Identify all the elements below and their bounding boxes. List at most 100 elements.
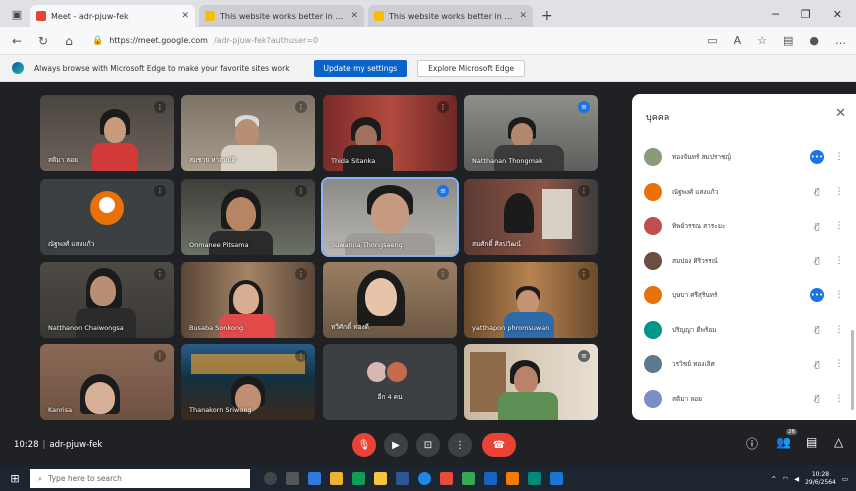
- info-icon[interactable]: ⓘ: [746, 435, 758, 452]
- list-item[interactable]: ทองจันทร์ สมปราชญ์ ••• ⋮: [632, 140, 856, 175]
- more-options-icon[interactable]: ⋮: [834, 290, 844, 300]
- panel-scrollbar[interactable]: [851, 330, 854, 410]
- mic-muted-icon: ⋮: [154, 101, 166, 113]
- list-item[interactable]: ณัฐพงศ์ แสงแก้ว 🎙̸ ⋮: [632, 175, 856, 210]
- tab-actions-icon[interactable]: ▣: [8, 5, 26, 23]
- read-aloud-icon[interactable]: A: [734, 34, 742, 47]
- participant-tile[interactable]: ⋮ ทวีศักดิ์ ทองดี: [323, 262, 457, 338]
- app-icon[interactable]: [396, 472, 409, 485]
- meet-app-icon[interactable]: [462, 472, 475, 485]
- more-options-icon[interactable]: ⋮: [834, 152, 844, 162]
- windows-start-icon[interactable]: ⊞: [0, 472, 30, 485]
- notifications-icon[interactable]: ▭: [842, 475, 848, 483]
- chat-icon[interactable]: ▤: [806, 435, 817, 449]
- browser-tab-bar: ▣ Meet - adr-pjuw-fek ✕ This website wor…: [0, 0, 856, 27]
- lock-icon: 🔒: [92, 35, 104, 46]
- close-tab-icon[interactable]: ✕: [181, 11, 189, 21]
- participant-tile[interactable]: ⋮ สมศักดิ์ ศิลปวัฒน์: [464, 179, 598, 255]
- participant-name: Suwanna Thongsaeng: [331, 241, 403, 249]
- window-controls: ─ ❐ ✕: [772, 8, 856, 27]
- new-tab-icon[interactable]: +: [541, 8, 553, 24]
- more-options-icon[interactable]: ⋮: [834, 187, 844, 197]
- address-bar: ← ↻ ⌂ 🔒 https://meet.google.com/adr-pjuw…: [0, 27, 856, 55]
- maximize-icon[interactable]: ❐: [801, 8, 811, 21]
- person-name: สมปอง ศิริวรรณ์: [672, 256, 718, 265]
- participant-tile[interactable]: ⋮ ณัฐพงศ์ แสงแก้ว: [40, 179, 174, 255]
- close-tab-icon[interactable]: ✕: [350, 11, 358, 21]
- app-icon[interactable]: [506, 472, 519, 485]
- person-name: ปริญญา ดีพร้อม: [672, 325, 717, 334]
- app-icon[interactable]: [352, 472, 365, 485]
- refresh-icon[interactable]: ↻: [36, 34, 50, 48]
- list-item[interactable]: บุษบา ศรีสุรินทร์ ••• ⋮: [632, 278, 856, 313]
- address-bar-actions: ▭ A ☆ ▤ ● …: [707, 34, 846, 47]
- participant-tile[interactable]: ⋮ Thida Sitanka: [323, 95, 457, 171]
- close-tab-icon[interactable]: ✕: [519, 11, 527, 21]
- app-icon[interactable]: [330, 472, 343, 485]
- clock[interactable]: 10:28 29/6/2564: [805, 471, 836, 487]
- mic-muted-icon: ⋮: [437, 101, 449, 113]
- app-icon[interactable]: [484, 472, 497, 485]
- url-field[interactable]: 🔒 https://meet.google.com/adr-pjuw-fek?a…: [88, 31, 695, 51]
- participant-tile[interactable]: ⋮ สมชาย หาสมบัติ: [181, 95, 315, 171]
- list-item[interactable]: วรวิชย์ ทองเลิศ 🎙̸ ⋮: [632, 347, 856, 382]
- app-icon[interactable]: [308, 472, 321, 485]
- participant-tile[interactable]: ⋮ Natthanon Chaiwongsa: [40, 262, 174, 338]
- person-name: สติมา ลอย: [672, 394, 702, 403]
- camera-permission-icon[interactable]: ▭: [707, 34, 717, 47]
- edge-icon[interactable]: [418, 472, 431, 485]
- more-options-icon[interactable]: ⋮: [834, 325, 844, 335]
- participant-tile[interactable]: ⋮ yatthapon phromsuwan: [464, 262, 598, 338]
- camera-toggle-button[interactable]: ▶: [384, 433, 408, 457]
- minimize-icon[interactable]: ─: [772, 8, 779, 21]
- tray-chevron-icon[interactable]: ^: [771, 475, 776, 483]
- update-settings-button[interactable]: Update my settings: [313, 59, 408, 77]
- favorite-icon[interactable]: ☆: [757, 34, 767, 47]
- profile-icon[interactable]: ●: [809, 34, 819, 47]
- tab-edge-notice-1[interactable]: This website works better in Micr ✕: [199, 5, 364, 27]
- tab-meet[interactable]: Meet - adr-pjuw-fek ✕: [30, 5, 195, 27]
- mic-toggle-button[interactable]: 🎙: [352, 433, 376, 457]
- app-icon[interactable]: [440, 472, 453, 485]
- taskbar-search[interactable]: ⌕ Type here to search: [30, 469, 250, 488]
- participant-tile[interactable]: ≡ Natthanan Thongmak: [464, 95, 598, 171]
- participant-tile[interactable]: ⋮ Onmanee Pitsama: [181, 179, 315, 255]
- tab-edge-notice-2[interactable]: This website works better in Micr ✕: [368, 5, 533, 27]
- participant-tile[interactable]: ⋮ สติมา ลอย: [40, 95, 174, 171]
- more-options-icon[interactable]: ⋮: [834, 394, 844, 404]
- avatar: [90, 190, 124, 225]
- task-view-icon[interactable]: [286, 472, 299, 485]
- volume-icon[interactable]: ◀: [794, 475, 799, 483]
- more-options-icon[interactable]: ⋮: [834, 256, 844, 266]
- list-item[interactable]: ปริญญา ดีพร้อม 🎙̸ ⋮: [632, 313, 856, 348]
- close-icon[interactable]: ✕: [835, 106, 846, 121]
- participant-tile-active[interactable]: ≡ Suwanna Thongsaeng: [321, 177, 459, 257]
- cortana-icon[interactable]: [264, 472, 277, 485]
- people-icon[interactable]: 👥 26: [776, 429, 797, 449]
- participant-tile[interactable]: ⋮ Busaba Sonkong: [181, 262, 315, 338]
- activities-icon[interactable]: △: [834, 435, 843, 449]
- participant-tile[interactable]: ≡: [464, 344, 598, 420]
- more-options-icon[interactable]: ⋮: [834, 221, 844, 231]
- file-explorer-icon[interactable]: [374, 472, 387, 485]
- collections-icon[interactable]: ▤: [783, 34, 793, 47]
- participant-tile[interactable]: ⋮ Thanakorn Sriwong: [181, 344, 315, 420]
- more-icon[interactable]: …: [835, 34, 846, 47]
- app-icon[interactable]: [528, 472, 541, 485]
- more-options-icon[interactable]: ⋮: [834, 359, 844, 369]
- home-icon[interactable]: ⌂: [62, 34, 76, 48]
- list-item[interactable]: ทิพย์วรรณ สาระมะ 🎙̸ ⋮: [632, 209, 856, 244]
- participant-tile[interactable]: ⋮ Kanrisa: [40, 344, 174, 420]
- explore-edge-button[interactable]: Explore Microsoft Edge: [417, 59, 526, 77]
- app-icon[interactable]: [550, 472, 563, 485]
- list-item[interactable]: สมปอง ศิริวรรณ์ 🎙̸ ⋮: [632, 244, 856, 279]
- close-window-icon[interactable]: ✕: [833, 8, 842, 21]
- meeting-time: 10:28: [14, 440, 39, 450]
- more-participants-tile[interactable]: อีก 4 คน: [323, 344, 457, 420]
- leave-call-button[interactable]: ☎: [482, 433, 516, 457]
- more-options-button[interactable]: ⋮: [448, 433, 472, 457]
- network-icon[interactable]: ◠: [782, 475, 788, 483]
- back-icon[interactable]: ←: [10, 34, 24, 48]
- present-button[interactable]: ⊡: [416, 433, 440, 457]
- list-item[interactable]: สติมา ลอย 🎙̸ ⋮: [632, 382, 856, 417]
